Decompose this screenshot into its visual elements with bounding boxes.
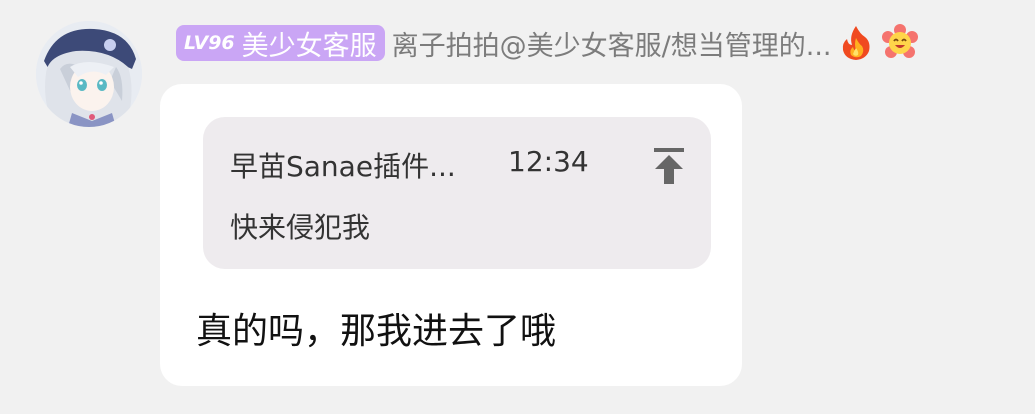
quoted-sender-name: 早苗Sanae插件... (230, 150, 456, 183)
message-bubble[interactable]: 早苗Sanae插件... 12:34 快来侵犯我 真的吗，那我进去了哦 (160, 84, 742, 386)
level-badge[interactable]: LV96 美少女客服 (176, 25, 385, 62)
quoted-reply[interactable]: 早苗Sanae插件... 12:34 快来侵犯我 (203, 117, 711, 269)
avatar-image (36, 21, 142, 127)
level-label: LV96 (184, 32, 235, 54)
quoted-time: 12:34 (508, 145, 589, 178)
fire-icon (837, 24, 875, 62)
message-header: LV96 美少女客服 离子拍拍@美少女客服/想当管理的... (176, 23, 919, 63)
smiling-flower-icon (881, 24, 919, 62)
message-text: 真的吗，那我进去了哦 (196, 311, 557, 352)
chat-message-row: LV96 美少女客服 离子拍拍@美少女客服/想当管理的... 早苗Sanae插件… (0, 0, 1035, 414)
quoted-text: 快来侵犯我 (230, 211, 371, 244)
member-title: 美少女客服 (241, 30, 377, 62)
avatar[interactable] (36, 21, 142, 127)
scroll-to-top-icon[interactable] (652, 146, 686, 186)
sender-nickname[interactable]: 离子拍拍@美少女客服/想当管理的... (392, 24, 832, 63)
